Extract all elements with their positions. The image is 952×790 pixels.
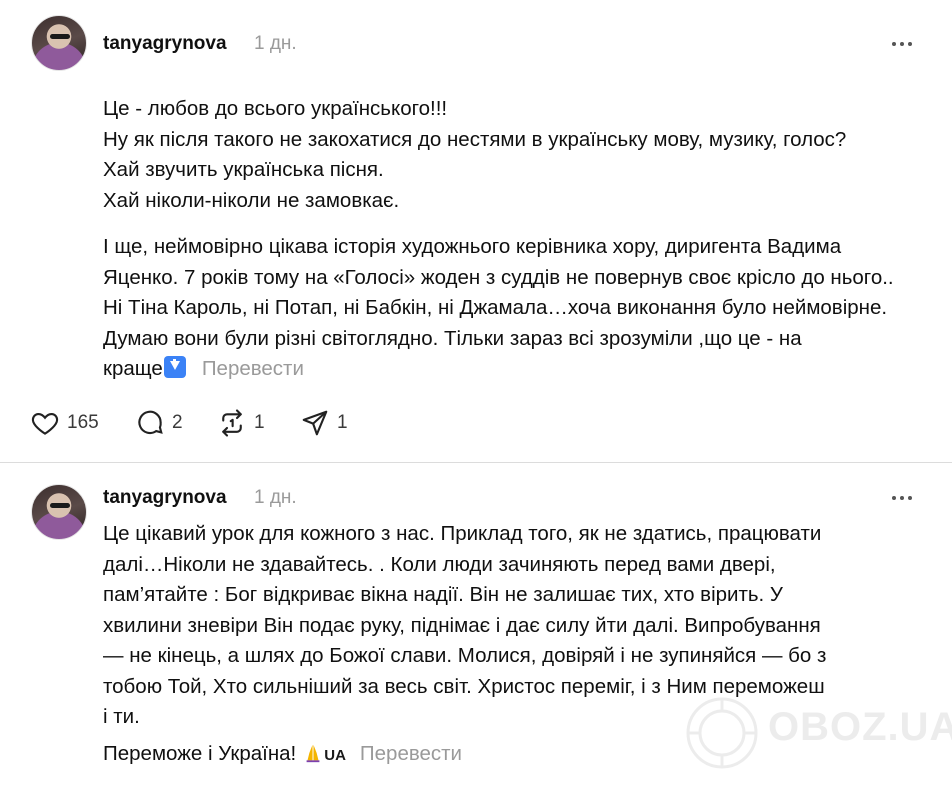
send-icon: [302, 410, 328, 436]
heart-icon: [31, 412, 59, 435]
avatar[interactable]: [31, 484, 87, 540]
post-text-paragraph-1: Це - любов до всього українського!!! Ну …: [103, 97, 847, 212]
post-text-body: Це цікавий урок для кожного з нас. Прикл…: [103, 522, 827, 728]
ua-tag: UA: [324, 747, 346, 764]
more-options-icon[interactable]: [890, 486, 914, 510]
post-timestamp[interactable]: 1 дн.: [254, 486, 297, 510]
post-text-last-line: Переможе і Україна! UA Перевести: [103, 739, 903, 772]
repost-button[interactable]: 1: [217, 407, 265, 439]
more-options-icon[interactable]: [890, 32, 914, 56]
share-button[interactable]: 1: [300, 407, 348, 439]
repost-count: 1: [254, 412, 265, 433]
thread-post: tanyagrynova 1 дн. Це цікавий урок для к…: [0, 464, 952, 790]
comment-count: 2: [172, 412, 183, 433]
like-count: 165: [67, 412, 99, 433]
post-text-paragraph-2: І ще, неймовірно цікава історія художньо…: [103, 232, 903, 385]
avatar[interactable]: [31, 15, 87, 71]
post-timestamp[interactable]: 1 дн.: [254, 32, 297, 56]
comment-button[interactable]: 2: [135, 407, 183, 439]
post-divider: [0, 462, 952, 463]
translate-link[interactable]: Перевести: [360, 742, 462, 765]
thread-post: tanyagrynova 1 дн. Це - любов до всього …: [0, 0, 952, 463]
praying-hands-emoji-icon: [306, 744, 320, 763]
translate-link[interactable]: Перевести: [202, 357, 304, 380]
repost-icon: [222, 409, 242, 437]
post-username[interactable]: tanyagrynova: [103, 486, 227, 510]
comment-bubble-icon: [138, 410, 163, 435]
like-button[interactable]: 165: [30, 407, 99, 439]
post-username[interactable]: tanyagrynova: [103, 32, 227, 56]
down-arrow-emoji-icon: [163, 356, 186, 378]
post-text-last-line-content: Переможе і Україна!: [103, 742, 297, 765]
share-count: 1: [337, 412, 348, 433]
